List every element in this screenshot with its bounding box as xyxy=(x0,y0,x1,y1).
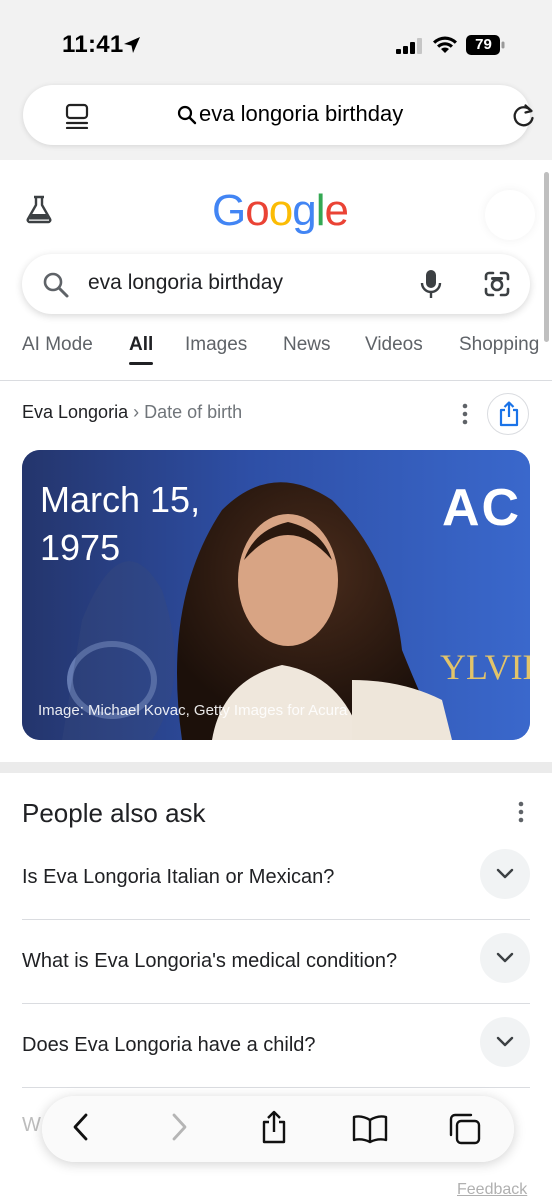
birth-date: March 15, 1975 xyxy=(40,479,201,568)
share-button[interactable] xyxy=(487,393,529,435)
paa-question-text: Does Eva Longoria have a child? xyxy=(22,1034,316,1056)
tabs-overview-icon[interactable] xyxy=(65,103,89,129)
google-logo: Google xyxy=(212,186,349,236)
battery-icon: 79 xyxy=(466,35,505,55)
breadcrumb-entity[interactable]: Eva Longoria xyxy=(22,402,128,422)
chevron-down-icon xyxy=(496,952,514,963)
divider xyxy=(22,1087,530,1088)
scrollbar[interactable] xyxy=(544,172,549,342)
expand-button[interactable] xyxy=(480,1017,530,1067)
more-vert-icon[interactable] xyxy=(518,801,524,823)
expand-button[interactable] xyxy=(480,849,530,899)
breadcrumb: Eva Longoria › Date of birth xyxy=(22,402,242,423)
active-tab-indicator xyxy=(129,362,153,365)
paa-question[interactable]: Is Eva Longoria Italian or Mexican? xyxy=(22,836,530,920)
account-avatar[interactable] xyxy=(485,190,535,240)
image-credit: Image: Michael Kovac, Getty Images for A… xyxy=(38,702,348,719)
back-icon[interactable] xyxy=(70,1112,92,1142)
paa-question[interactable]: Does Eva Longoria have a child? xyxy=(22,1004,530,1088)
cellular-signal-icon xyxy=(396,38,422,54)
share-icon[interactable] xyxy=(260,1110,288,1144)
forward-icon[interactable] xyxy=(168,1112,190,1142)
people-also-ask-title: People also ask xyxy=(22,798,206,828)
tab-videos[interactable]: Videos xyxy=(365,334,423,356)
browser-toolbar xyxy=(42,1096,514,1162)
google-logo-letter: G xyxy=(212,186,246,235)
tab-ai-mode[interactable]: AI Mode xyxy=(22,334,93,356)
breadcrumb-separator: › xyxy=(133,402,140,422)
more-vert-icon[interactable] xyxy=(462,403,468,425)
paa-question-text: What is Eva Longoria's medical condition… xyxy=(22,950,398,972)
section-divider xyxy=(0,762,552,773)
location-arrow-icon xyxy=(124,37,140,53)
google-logo-letter: o xyxy=(268,186,294,235)
tab-all[interactable]: All xyxy=(129,334,153,356)
share-icon xyxy=(499,401,519,427)
address-text[interactable]: eva longoria birthday xyxy=(199,101,403,127)
breadcrumb-attribute: Date of birth xyxy=(144,402,243,422)
wifi-icon xyxy=(433,36,457,53)
tab-images[interactable]: Images xyxy=(185,334,247,356)
google-logo-letter: g xyxy=(292,186,317,235)
reload-icon[interactable] xyxy=(511,102,537,128)
tab-news[interactable]: News xyxy=(283,334,331,356)
google-logo-letter: o xyxy=(245,186,270,235)
status-bar: 11:41 79 xyxy=(0,0,552,88)
paa-question-text: Is Eva Longoria Italian or Mexican? xyxy=(22,866,335,888)
birthday-answer-card[interactable]: AC YLVIE March 15, 1975 Image: Michael K… xyxy=(22,450,530,740)
search-icon xyxy=(43,272,69,298)
backdrop-sign-text: AC xyxy=(442,479,522,537)
feedback-link[interactable]: Feedback xyxy=(457,1181,527,1199)
microphone-icon[interactable] xyxy=(420,269,442,299)
google-search-box[interactable]: eva longoria birthday xyxy=(22,254,530,314)
google-logo-letter: e xyxy=(324,186,349,235)
chevron-down-icon xyxy=(496,868,514,879)
partial-question-text: W xyxy=(22,1114,41,1136)
tabs-icon[interactable] xyxy=(448,1112,482,1146)
labs-flask-icon[interactable] xyxy=(24,194,54,224)
address-bar[interactable]: eva longoria birthday xyxy=(23,85,534,145)
backdrop-sign-text-2: YLVIE xyxy=(440,647,530,687)
paa-question[interactable]: What is Eva Longoria's medical condition… xyxy=(22,920,530,1004)
chevron-down-icon xyxy=(496,1036,514,1047)
status-time: 11:41 xyxy=(62,31,124,58)
tab-shopping[interactable]: Shopping xyxy=(459,334,539,356)
search-input[interactable]: eva longoria birthday xyxy=(88,271,283,295)
search-icon xyxy=(177,105,197,125)
battery-level: 79 xyxy=(475,36,492,53)
divider xyxy=(0,380,552,381)
bookmarks-icon[interactable] xyxy=(352,1114,388,1144)
google-lens-icon[interactable] xyxy=(483,270,511,298)
expand-button[interactable] xyxy=(480,933,530,983)
